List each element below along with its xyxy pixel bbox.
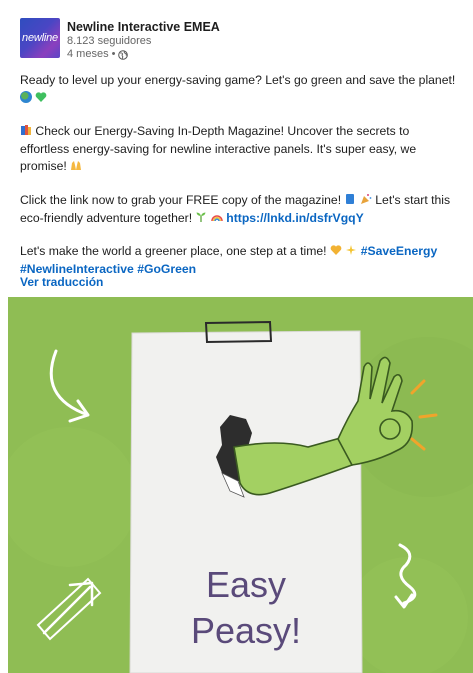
post-text: Ready to level up your energy-saving gam… — [20, 72, 459, 294]
rainbow-icon — [211, 214, 223, 221]
post-image[interactable]: Easy Peasy! — [8, 297, 473, 673]
paragraph-4-text: Let's make the world a greener place, on… — [20, 244, 327, 259]
sparkles-icon — [346, 245, 357, 256]
linkedin-post: newline Newline Interactive EMEA 8.123 s… — [0, 0, 473, 673]
hashtag-save-energy[interactable]: #SaveEnergy — [361, 244, 438, 258]
paragraph-2: Check our Energy-Saving In-Depth Magazin… — [20, 123, 459, 176]
hashtag-newline-interactive[interactable]: #NewlineInteractive — [20, 262, 134, 276]
company-name[interactable]: Newline Interactive EMEA — [67, 20, 220, 35]
globe-icon — [118, 49, 129, 60]
blue-book-icon — [346, 193, 355, 204]
post-meta: Newline Interactive EMEA 8.123 seguidore… — [67, 18, 220, 62]
earth-emoji-icon — [20, 90, 32, 103]
paragraph-3a-text: Click the link now to grab your FREE cop… — [20, 192, 342, 207]
image-text-easy: Easy — [206, 564, 286, 605]
seedling-icon — [196, 212, 206, 222]
raised-hands-icon — [71, 161, 82, 171]
see-translation-link[interactable]: Ver traducción — [20, 275, 103, 289]
books-icon — [21, 125, 31, 136]
paragraph-1-text: Ready to level up your energy-saving gam… — [20, 73, 456, 87]
follower-count: 8.123 seguidores — [67, 35, 152, 47]
green-heart-icon — [36, 91, 47, 102]
party-popper-icon — [360, 193, 372, 204]
paragraph-1: Ready to level up your energy-saving gam… — [20, 72, 459, 107]
paragraph-4: Let's make the world a greener place, on… — [20, 243, 459, 278]
hashtag-go-green[interactable]: #GoGreen — [137, 262, 196, 276]
company-logo[interactable]: newline — [20, 18, 60, 58]
post-header: newline Newline Interactive EMEA 8.123 s… — [20, 18, 220, 62]
magazine-link[interactable]: https://lnkd.in/dsfrVgqY — [226, 211, 363, 225]
image-text-peasy: Peasy! — [191, 610, 301, 651]
easy-peasy-illustration: Easy Peasy! — [8, 297, 473, 673]
post-time-label: 4 meses • — [67, 48, 116, 60]
logo-text: newline — [22, 32, 58, 44]
yellow-heart-icon — [330, 245, 342, 256]
paragraph-3: Click the link now to grab your FREE cop… — [20, 192, 459, 227]
post-time: 4 meses • — [67, 48, 220, 61]
